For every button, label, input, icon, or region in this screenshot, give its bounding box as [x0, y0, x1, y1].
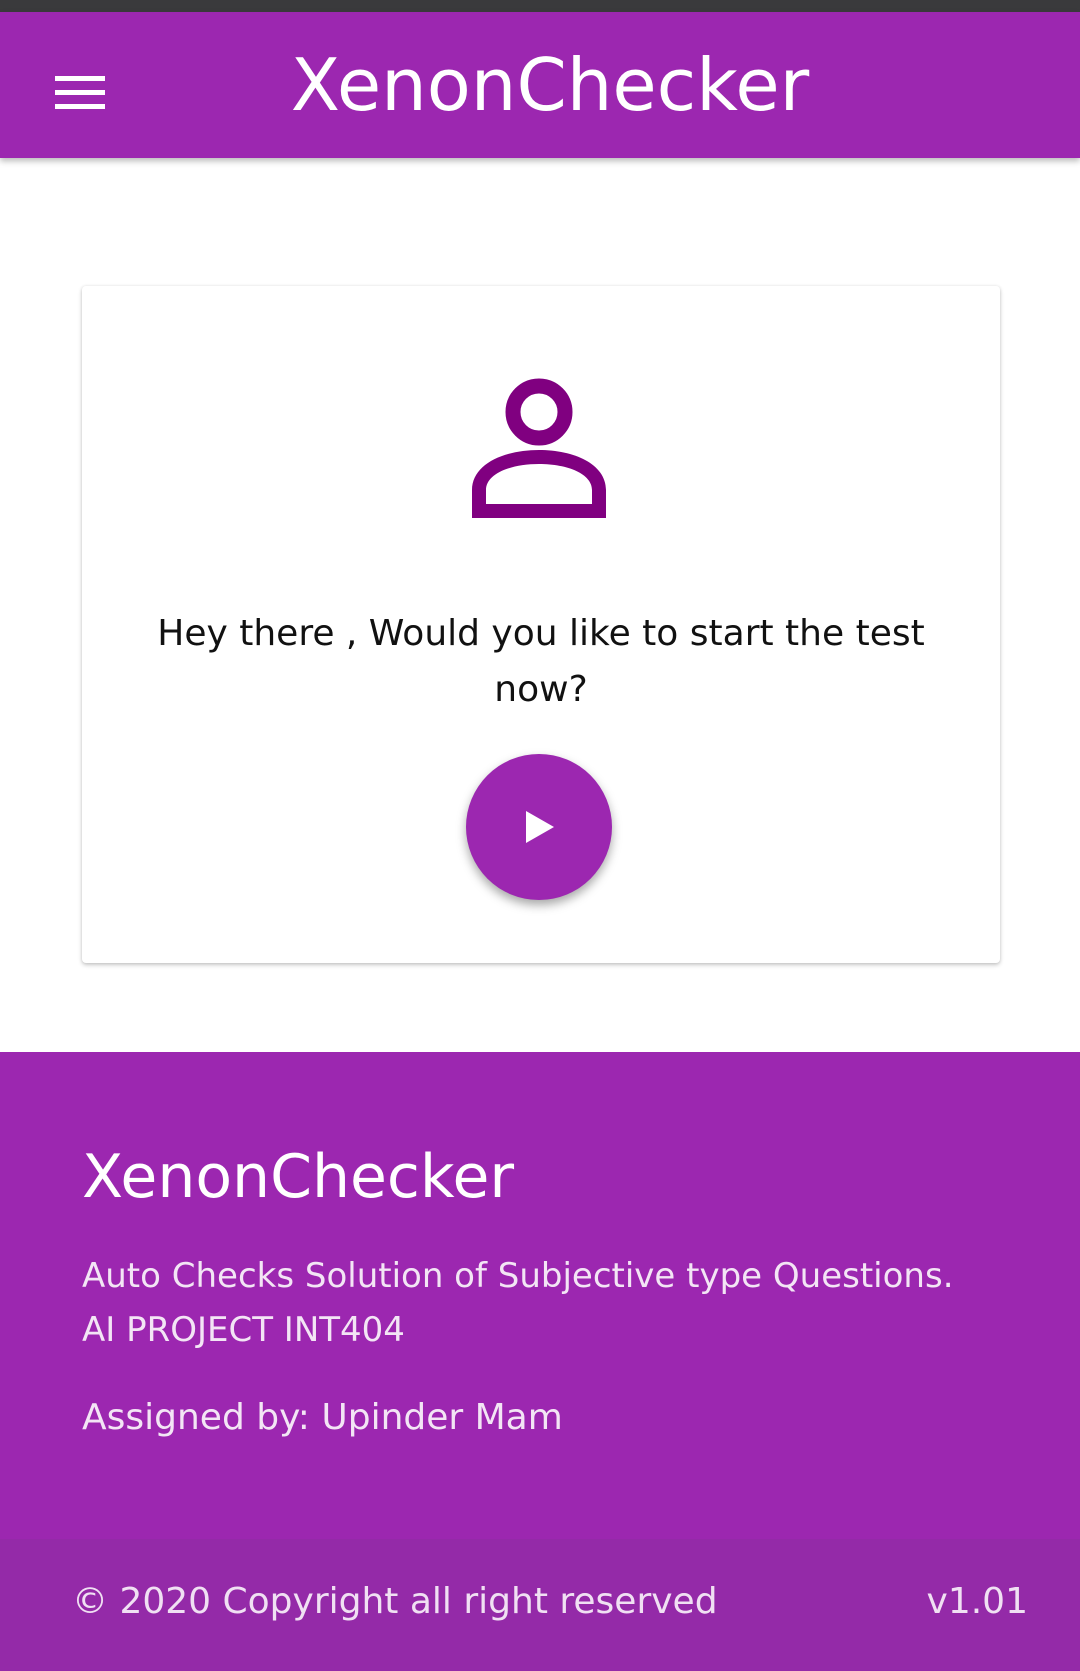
footer-copyright-bar: © 2020 Copyright all right reserved v1.0… — [0, 1539, 1080, 1671]
version-label: v1.01 — [926, 1581, 1028, 1622]
footer-description-line-1: Auto Checks Solution of Subjective type … — [82, 1256, 954, 1296]
footer: XenonChecker Auto Checks Solution of Sub… — [0, 1052, 1080, 1671]
person-outline-icon — [472, 378, 606, 518]
app-title: XenonChecker — [290, 43, 810, 127]
app-bar: XenonChecker — [0, 12, 1080, 158]
footer-description-line-2: AI PROJECT INT404 — [82, 1310, 405, 1350]
start-test-prompt: Hey there , Would you like to start the … — [157, 613, 925, 710]
hamburger-menu-icon — [55, 76, 105, 109]
status-bar — [0, 0, 1080, 12]
footer-description: Auto Checks Solution of Subjective type … — [82, 1249, 1042, 1357]
play-icon — [526, 811, 554, 843]
copyright-text: © 2020 Copyright all right reserved — [72, 1581, 718, 1622]
start-test-button[interactable] — [466, 754, 612, 900]
footer-assigned-by: Assigned by: Upinder Mam — [82, 1397, 563, 1438]
start-test-card: Hey there , Would you like to start the … — [82, 286, 1000, 963]
menu-button[interactable] — [40, 52, 120, 132]
footer-title: XenonChecker — [82, 1142, 515, 1212]
